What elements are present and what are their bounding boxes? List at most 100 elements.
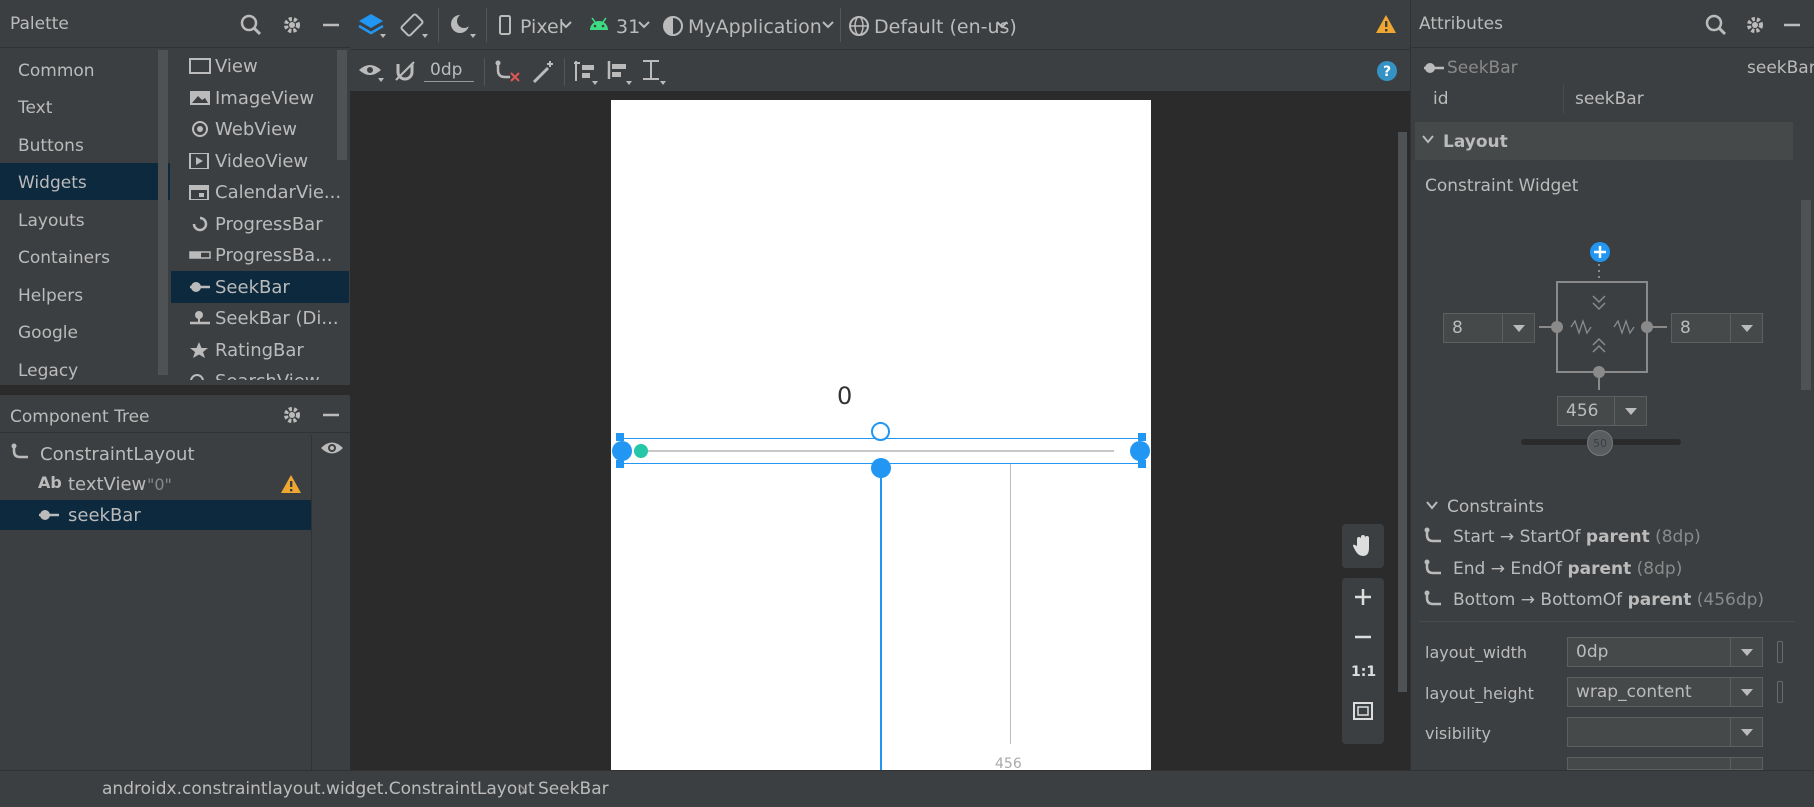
category-common[interactable]: Common bbox=[0, 51, 170, 88]
right-margin-field[interactable]: 8 bbox=[1671, 313, 1763, 343]
visibility-field[interactable] bbox=[1567, 717, 1763, 747]
device-selector[interactable]: Pixel bbox=[494, 0, 578, 50]
layout-section-header[interactable]: Layout bbox=[1415, 122, 1793, 160]
zoom-in-icon[interactable] bbox=[1354, 588, 1372, 606]
constraint-target-side: EndOf bbox=[1510, 559, 1563, 579]
layout-height-field[interactable]: wrap_content bbox=[1567, 677, 1763, 707]
bottom-margin-field[interactable]: 456 bbox=[1557, 396, 1647, 426]
eye-icon[interactable] bbox=[358, 60, 384, 82]
guidelines-icon[interactable] bbox=[572, 59, 598, 85]
layout-height-resource-picker[interactable] bbox=[1777, 681, 1783, 703]
clear-constraints-icon[interactable] bbox=[494, 60, 520, 84]
end-constraint-anchor[interactable] bbox=[1130, 441, 1150, 461]
widget-webview[interactable]: WebView bbox=[171, 113, 349, 145]
left-margin-field[interactable]: 8 bbox=[1443, 313, 1535, 343]
dropdown-arrow[interactable] bbox=[1730, 678, 1762, 706]
canvas-scrollbar[interactable] bbox=[1398, 132, 1407, 692]
dropdown-arrow[interactable] bbox=[1614, 397, 1646, 425]
textview-preview[interactable]: 0 bbox=[837, 382, 852, 410]
help-icon[interactable]: ? bbox=[1376, 60, 1398, 82]
chevron-down-icon[interactable] bbox=[1425, 500, 1439, 512]
magnet-off-icon[interactable] bbox=[394, 60, 416, 82]
device-preview[interactable]: 0 456 bbox=[611, 100, 1151, 780]
breadcrumb-parent[interactable]: androidx.constraintlayout.widget.Constra… bbox=[102, 779, 535, 799]
widget-seekbar[interactable]: SeekBar bbox=[171, 271, 349, 303]
start-constraint-anchor[interactable] bbox=[612, 441, 632, 461]
dropdown-arrow[interactable] bbox=[1730, 758, 1762, 769]
tree-node-textview[interactable]: Ab textView "0" bbox=[38, 470, 310, 498]
minimize-icon[interactable] bbox=[320, 14, 342, 36]
gear-icon[interactable] bbox=[281, 14, 303, 36]
star-icon bbox=[190, 342, 208, 358]
align-left-icon[interactable] bbox=[606, 59, 632, 85]
warning-icon[interactable] bbox=[280, 474, 302, 494]
category-scrollbar[interactable] bbox=[158, 50, 168, 375]
widget-ratingbar[interactable]: RatingBar bbox=[171, 334, 349, 366]
constraint-row-end[interactable]: End → EndOf parent (8dp) bbox=[1423, 556, 1803, 584]
tree-node-seekbar[interactable]: seekBar bbox=[0, 500, 311, 530]
dropdown-arrow[interactable] bbox=[1730, 314, 1762, 342]
constraint-row-start[interactable]: Start → StartOf parent (8dp) bbox=[1423, 524, 1803, 552]
category-text[interactable]: Text bbox=[0, 88, 170, 125]
gear-icon[interactable] bbox=[1744, 14, 1766, 36]
bias-slider-thumb[interactable]: 50 bbox=[1587, 430, 1613, 456]
search-icon[interactable] bbox=[240, 14, 262, 36]
zoom-actual-size-icon[interactable]: 1:1 bbox=[1351, 664, 1376, 680]
category-legacy[interactable]: Legacy bbox=[0, 351, 170, 388]
layout-width-field[interactable]: 0dp bbox=[1567, 637, 1763, 667]
zoom-fit-icon[interactable] bbox=[1353, 702, 1373, 720]
top-constraint-anchor[interactable] bbox=[871, 422, 890, 441]
bottom-constraint-anchor[interactable] bbox=[871, 458, 891, 478]
widget-progressbar-horizontal[interactable]: ProgressBa... bbox=[171, 239, 349, 271]
layout-width-resource-picker[interactable] bbox=[1777, 641, 1783, 663]
widget-progressbar[interactable]: ProgressBar bbox=[171, 208, 349, 240]
category-layouts[interactable]: Layouts bbox=[0, 201, 170, 238]
category-buttons[interactable]: Buttons bbox=[0, 126, 170, 163]
category-google[interactable]: Google bbox=[0, 313, 170, 350]
magic-wand-icon[interactable] bbox=[532, 60, 556, 84]
add-top-constraint-icon[interactable] bbox=[1588, 240, 1612, 264]
widget-view[interactable]: View bbox=[171, 50, 349, 82]
resize-handle[interactable] bbox=[1138, 460, 1146, 468]
widget-imageview[interactable]: ImageView bbox=[171, 82, 349, 114]
widget-calendarview[interactable]: CalendarVie... bbox=[171, 176, 349, 208]
default-margin-field[interactable]: 0dp bbox=[424, 58, 474, 82]
widget-searchview[interactable]: SearchView bbox=[171, 365, 349, 380]
minimize-icon[interactable] bbox=[1781, 14, 1803, 36]
dropdown-arrow[interactable] bbox=[1502, 314, 1534, 342]
id-value[interactable]: seekBar bbox=[1575, 89, 1644, 109]
category-helpers[interactable]: Helpers bbox=[0, 276, 170, 313]
resize-handle[interactable] bbox=[616, 433, 624, 441]
widget-videoview[interactable]: VideoView bbox=[171, 145, 349, 177]
api-level-selector[interactable]: 31 bbox=[586, 0, 652, 50]
category-widgets[interactable]: Widgets bbox=[0, 163, 170, 200]
widget-seekbar-discrete[interactable]: SeekBar (Di... bbox=[171, 302, 349, 334]
zoom-out-icon[interactable] bbox=[1354, 628, 1372, 646]
minimize-icon[interactable] bbox=[320, 404, 342, 426]
seekbar-thumb[interactable] bbox=[634, 444, 648, 458]
widget-label: ImageView bbox=[215, 88, 315, 109]
distribute-icon[interactable] bbox=[640, 59, 666, 85]
svg-text:?: ? bbox=[1383, 64, 1391, 80]
category-containers[interactable]: Containers bbox=[0, 238, 170, 275]
orientation-icon[interactable] bbox=[400, 12, 428, 40]
next-attribute-field[interactable] bbox=[1567, 757, 1763, 770]
night-mode-icon[interactable] bbox=[448, 12, 476, 40]
constraint-widget-label: Constraint Widget bbox=[1425, 176, 1579, 196]
widget-scrollbar[interactable] bbox=[337, 50, 347, 160]
eye-icon[interactable] bbox=[320, 438, 344, 458]
dropdown-arrow[interactable] bbox=[1730, 718, 1762, 746]
resize-handle[interactable] bbox=[616, 460, 624, 468]
dropdown-arrow[interactable] bbox=[1730, 638, 1762, 666]
gear-icon[interactable] bbox=[281, 404, 303, 426]
constraint-row-bottom[interactable]: Bottom → BottomOf parent (456dp) bbox=[1423, 587, 1803, 615]
theme-selector[interactable]: MyApplication bbox=[662, 0, 834, 50]
pan-button[interactable] bbox=[1342, 524, 1384, 568]
warning-icon[interactable] bbox=[1375, 14, 1397, 34]
layers-icon[interactable] bbox=[358, 12, 386, 40]
search-icon[interactable] bbox=[1705, 14, 1727, 36]
resize-handle[interactable] bbox=[1138, 433, 1146, 441]
locale-selector[interactable]: Default (en-us) bbox=[846, 0, 1017, 50]
breadcrumb-current[interactable]: SeekBar bbox=[538, 779, 609, 799]
progress-circle-icon bbox=[192, 216, 208, 232]
